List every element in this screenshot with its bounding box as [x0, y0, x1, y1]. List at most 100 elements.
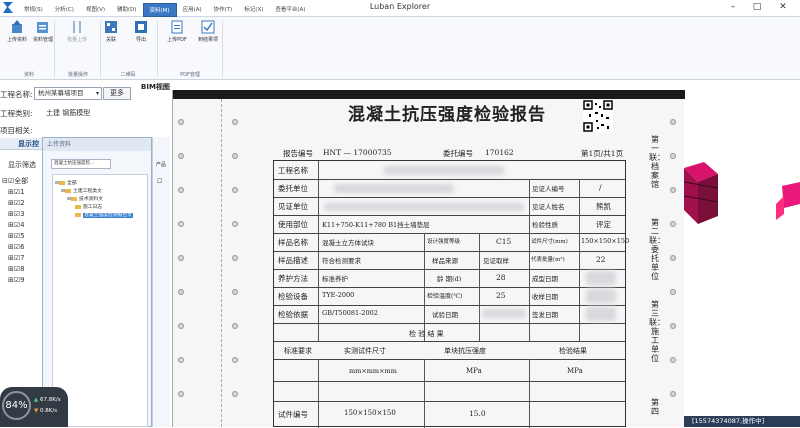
table-col-rule: [479, 233, 480, 341]
upload-speed: ▲ 67.8K/s: [34, 397, 61, 403]
building-model-icon[interactable]: [683, 160, 800, 230]
more-button[interactable]: 更多: [103, 87, 131, 100]
row-right-label: 检验性质: [532, 221, 558, 229]
tree-item[interactable]: ⊞☑2: [8, 199, 25, 207]
table-rule: [274, 233, 625, 234]
engineering-category-label: 工程类别:: [0, 109, 33, 118]
export-button[interactable]: 导出: [124, 20, 158, 60]
tree-item[interactable]: ⊞☑1: [8, 188, 25, 196]
table-col-rule: [529, 359, 530, 428]
row-label: 见证单位: [278, 202, 308, 211]
tree-item[interactable]: ⊞☑6: [8, 243, 25, 251]
table-rule: [274, 341, 625, 342]
redaction: [324, 203, 524, 211]
side-label: 产品: [156, 162, 167, 168]
tree-item-label: 2: [20, 199, 25, 207]
menu-tab-materials[interactable]: 资料(M): [142, 3, 177, 17]
menu-tab-collab[interactable]: 协作(T): [208, 3, 239, 17]
folder-icon: [75, 204, 81, 209]
tree-node[interactable]: ⊟ 技术资料文: [67, 195, 103, 202]
menu-tab-analysis[interactable]: 分析(C): [49, 3, 80, 17]
row-label: 检验依据: [278, 310, 308, 319]
minimize-icon[interactable]: –: [722, 0, 744, 14]
row-label: 检验设备: [278, 292, 308, 301]
col-header: 检验结果: [559, 347, 587, 355]
title-bar: 常规(S) 分析(C) 视图(V) 辅助(D) 资料(M) 应用(A) 协作(T…: [0, 0, 800, 17]
table-rule: [274, 323, 625, 324]
row-value: 标准养护: [322, 275, 348, 283]
row-value: TYE-2000: [322, 291, 355, 299]
unit-result: MPa: [567, 367, 583, 375]
tree-item[interactable]: ⊞☑5: [8, 232, 25, 240]
table-rule: [274, 287, 625, 288]
link-icon: [105, 21, 117, 33]
upload-dialog-select[interactable]: 混凝土抗压强度检...: [51, 159, 111, 169]
menu-tab-regular[interactable]: 常规(S): [18, 3, 49, 17]
project-select[interactable]: 杭州某幕墙项目 ▾: [34, 87, 102, 100]
project-related-label: 项目相关:: [0, 126, 33, 135]
upload-pdf-button[interactable]: 上传PDF: [160, 20, 194, 60]
tree-item[interactable]: ⊞☑4: [8, 221, 25, 229]
specimen-strength: 15.0: [469, 409, 486, 418]
commission-no-label: 委托编号: [443, 149, 473, 158]
left-perforation-2: [229, 99, 241, 427]
menu-tab-view[interactable]: 视图(V): [80, 3, 111, 17]
upload-dialog-select-value: 混凝土抗压强度检...: [54, 161, 95, 166]
tree-item-all[interactable]: ⊟☑全部: [2, 176, 28, 186]
app-title: Luban Explorer: [369, 2, 431, 11]
tree-item[interactable]: ⊞☑7: [8, 254, 25, 262]
menu-tab-assist[interactable]: 辅助(D): [111, 3, 143, 17]
tree-item[interactable]: ⊞☑3: [8, 210, 25, 218]
menu-tab-apply[interactable]: 应用(A): [177, 3, 208, 17]
tree-node-label: 土建工程类文: [73, 189, 102, 194]
redaction: [384, 166, 504, 175]
engineering-category-value: 土建 钢筋模型: [46, 109, 91, 117]
table-col-rule: [318, 359, 319, 428]
status-text: [15574374087,操作中]: [692, 417, 765, 425]
row-right-label: 代表批量(m³): [531, 257, 565, 263]
tree-node[interactable]: ⊟ 土建工程类文: [61, 187, 102, 194]
maximize-icon[interactable]: □: [746, 0, 768, 14]
tree-item-label: 8: [20, 265, 25, 273]
checkbox[interactable]: ☐: [157, 178, 162, 185]
to-results-label: 到结果项: [197, 37, 218, 43]
row-right-value: 评定: [596, 220, 611, 229]
tree-item[interactable]: ⊞☑8: [8, 265, 25, 273]
menu-tab-platform[interactable]: 查看平台(A): [269, 3, 311, 17]
pdf-icon: [171, 20, 183, 34]
row-value: GB/T50081-2002: [322, 309, 378, 317]
upload-speed-value: 67.8K/s: [39, 397, 61, 403]
tree-node[interactable]: 施工日志: [75, 203, 102, 210]
row-mid-label: 设计强度等级: [427, 239, 461, 245]
row-value: 混凝土立方体试块: [322, 239, 374, 247]
row-mid-label: 龄 期(d): [437, 275, 462, 283]
table-rule: [274, 305, 625, 306]
to-results-button[interactable]: 到结果项: [191, 20, 225, 60]
table-rule: [274, 197, 625, 198]
folder-icon: [75, 212, 81, 217]
batch-upload-button[interactable]: 批量上传: [60, 20, 94, 60]
redaction: [586, 307, 616, 321]
side-stamp-4: 第四: [651, 398, 659, 416]
tree-item[interactable]: ⊞☑9: [8, 276, 25, 284]
side-stamp-1: 第一联：档案馆: [649, 135, 665, 189]
report-no: HNT — 17000735: [323, 148, 392, 157]
tree-node[interactable]: ⊟ 全部: [55, 179, 77, 186]
redaction: [334, 184, 454, 193]
tree-item-label: 4: [20, 221, 25, 229]
row-right-value: /: [599, 183, 602, 192]
tab-bim-view[interactable]: BIM视图: [141, 82, 170, 92]
tab-display-control[interactable]: 显示控: [18, 139, 39, 149]
tree-item-label: 6: [20, 243, 25, 251]
folder-icon: [71, 196, 78, 201]
table-rule: [274, 179, 625, 180]
upload-pdf-label: 上传PDF: [167, 37, 187, 43]
tree-node-selected[interactable]: 混凝土强度检测报告文: [75, 211, 133, 218]
table-rule: [274, 251, 625, 252]
menu-tab-mark[interactable]: 标记(X): [238, 3, 269, 17]
row-right-label: 见证人编号: [532, 185, 565, 193]
table-rule: [274, 401, 625, 402]
table-col-rule: [424, 233, 425, 341]
close-icon[interactable]: ✕: [772, 0, 794, 14]
report-table: 工程名称 委托单位 见证人编号 / 见证单位 见证人姓名 熊凯 使用部位 K11…: [273, 160, 629, 428]
